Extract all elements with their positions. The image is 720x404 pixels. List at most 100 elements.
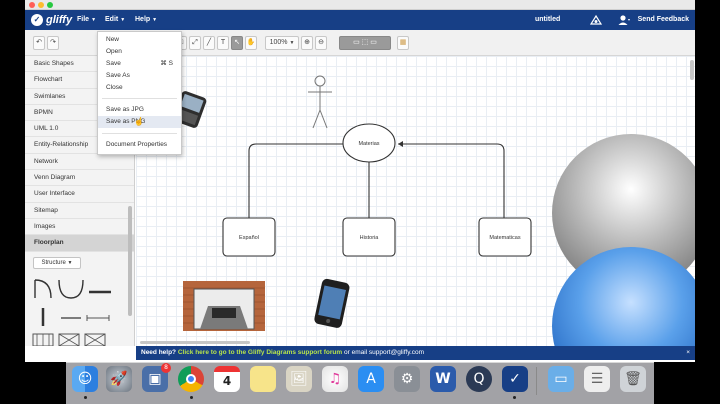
pointer-icon: ↖ — [234, 39, 240, 46]
close-window-button[interactable] — [29, 2, 35, 8]
sidebar-item-venn-diagram[interactable]: Venn Diagram — [25, 170, 134, 187]
canvas-horizontal-scrollbar[interactable] — [140, 341, 250, 344]
text-icon: T — [220, 39, 226, 46]
chrome-icon[interactable] — [178, 366, 204, 392]
zoom-window-button[interactable] — [47, 2, 53, 8]
materias-label: Materias — [358, 141, 379, 147]
gliffy-icon[interactable]: ✓ — [502, 366, 528, 392]
undo-button[interactable]: ↶ — [33, 36, 45, 50]
file-dropdown-menu: New Open Save ⌘ S Save As Close Save as … — [97, 31, 182, 155]
help-banner: Need help? Click here to go to the Gliff… — [136, 346, 695, 360]
menu-item-save-as-png[interactable]: Save as PNG ☝ — [98, 116, 181, 128]
line-tool-button[interactable]: ╱ — [203, 36, 215, 50]
quicktime-icon[interactable]: Q — [466, 366, 492, 392]
help-menu-label: Help — [135, 16, 151, 23]
browser-window: ✓ gliffy File ▼ Edit ▼ Help ▼ untitled Send… — [25, 0, 695, 362]
floorplan-shapes-palette[interactable] — [31, 278, 127, 346]
edit-menu-label: Edit — [105, 16, 119, 23]
trash-icon[interactable]: 🗑 — [620, 366, 646, 392]
door-shape[interactable] — [34, 279, 52, 299]
connector-tool-button[interactable]: ⤢ — [189, 36, 201, 50]
fireplace-image[interactable] — [183, 281, 265, 331]
launchpad-icon[interactable]: 🚀 — [106, 366, 132, 392]
arrange-icon: ▭ ⬚ ▭ — [353, 39, 377, 46]
notes-icon[interactable] — [250, 366, 276, 392]
logo-text: gliffy — [46, 14, 73, 26]
line-icon: ╱ — [206, 39, 212, 46]
iphone-image[interactable] — [313, 278, 350, 329]
sidebar-item-sitemap[interactable]: Sitemap — [25, 203, 134, 219]
hand-cursor-icon: ☝ — [134, 117, 144, 126]
espanol-label: Español — [239, 235, 259, 241]
menu-item-close[interactable]: Close — [98, 82, 181, 94]
save-shortcut: ⌘ S — [160, 60, 173, 67]
double-door-shape[interactable] — [58, 279, 84, 299]
canvas-vertical-scrollbar[interactable] — [690, 60, 694, 80]
sidebar-item-floorplan[interactable]: Floorplan — [25, 235, 134, 252]
menu-item-save-label: Save — [106, 60, 121, 67]
chevron-down-icon: ▼ — [152, 17, 158, 23]
zoom-out-button[interactable]: ⊖ — [315, 36, 327, 50]
help-menu-button[interactable]: Help ▼ — [135, 10, 157, 30]
chevron-down-icon: ▼ — [120, 17, 126, 23]
preview-icon[interactable]: 🖼 — [286, 366, 312, 392]
menu-item-new[interactable]: New — [98, 34, 181, 46]
arrange-button-group[interactable]: ▭ ⬚ ▭ — [339, 36, 391, 50]
user-icon[interactable] — [617, 10, 631, 30]
menu-item-save-as[interactable]: Save As — [98, 70, 181, 82]
text-tool-button[interactable]: T — [217, 36, 229, 50]
send-feedback-button[interactable]: Send Feedback — [638, 10, 689, 30]
structure-dropdown[interactable]: Structure ▼ — [33, 257, 81, 269]
sidebar-item-images[interactable]: Images — [25, 219, 134, 236]
menu-item-document-properties[interactable]: Document Properties — [98, 139, 181, 151]
menu-divider — [102, 133, 177, 134]
close-help-banner-button[interactable]: × — [686, 346, 690, 360]
matematicas-label: Matematicas — [489, 235, 520, 241]
notification-badge: 8 — [161, 363, 171, 373]
photo-preview-icon[interactable]: ▣ 8 — [142, 363, 171, 392]
macos-dock: ☺ 🚀 ▣ 8 4 🖼 ♫ A ⚙ W Q ✓ ▭ ☰ 🗑 — [66, 362, 654, 404]
running-indicator — [190, 396, 193, 399]
menu-item-save-as-jpg[interactable]: Save as JPG — [98, 104, 181, 116]
itunes-icon[interactable]: ♫ — [322, 366, 348, 392]
app-header: ✓ gliffy File ▼ Edit ▼ Help ▼ untitled Send… — [25, 10, 695, 30]
edit-menu-button[interactable]: Edit ▼ — [105, 10, 125, 30]
documents-icon[interactable]: ☰ — [584, 366, 610, 392]
support-forum-link[interactable]: Click here to go to the Gliffy Diagrams … — [178, 349, 342, 356]
share-icon[interactable] — [589, 10, 603, 30]
document-title[interactable]: untitled — [535, 10, 560, 30]
diagram-canvas[interactable]: Materias Español Historia Matematicas — [136, 56, 695, 346]
pan-tool-button[interactable]: ✋ — [245, 36, 257, 50]
dock-divider — [536, 367, 537, 395]
theme-button[interactable]: ▦ — [397, 36, 409, 50]
undo-icon: ↶ — [36, 39, 42, 46]
historia-label: Historia — [360, 235, 380, 241]
menu-item-open[interactable]: Open — [98, 46, 181, 58]
zoom-in-button[interactable]: ⊕ — [301, 36, 313, 50]
chevron-down-icon: ▼ — [67, 260, 73, 266]
system-preferences-icon[interactable]: ⚙ — [394, 366, 420, 392]
sidebar-item-user-interface[interactable]: User Interface — [25, 186, 134, 203]
gliffy-logo[interactable]: ✓ gliffy — [31, 10, 72, 30]
file-menu-label: File — [77, 16, 90, 23]
palette-icon: ▦ — [399, 39, 407, 46]
structure-label: Structure — [41, 260, 66, 266]
redo-button[interactable]: ↷ — [47, 36, 59, 50]
pointer-tool-button[interactable]: ↖ — [231, 36, 243, 50]
app-store-icon[interactable]: A — [358, 366, 384, 392]
file-menu-button[interactable]: File ▼ — [77, 10, 96, 30]
word-icon[interactable]: W — [430, 366, 456, 392]
need-help-text: Need help? — [141, 349, 177, 356]
sidebar-scrollbar[interactable] — [128, 206, 132, 316]
minimize-window-button[interactable] — [38, 2, 44, 8]
actor-shape[interactable] — [308, 75, 332, 129]
menu-divider — [102, 98, 177, 99]
zoom-select[interactable]: 100% ▼ — [265, 36, 299, 50]
menu-item-save[interactable]: Save ⌘ S — [98, 58, 181, 70]
dimension-shape[interactable] — [86, 315, 110, 321]
sidebar-item-network[interactable]: Network — [25, 154, 134, 171]
folder-icon[interactable]: ▭ — [548, 366, 574, 392]
finder-icon[interactable]: ☺ — [72, 366, 98, 392]
gliffy-logo-icon: ✓ — [31, 14, 43, 26]
calendar-icon[interactable]: 4 — [214, 366, 240, 392]
